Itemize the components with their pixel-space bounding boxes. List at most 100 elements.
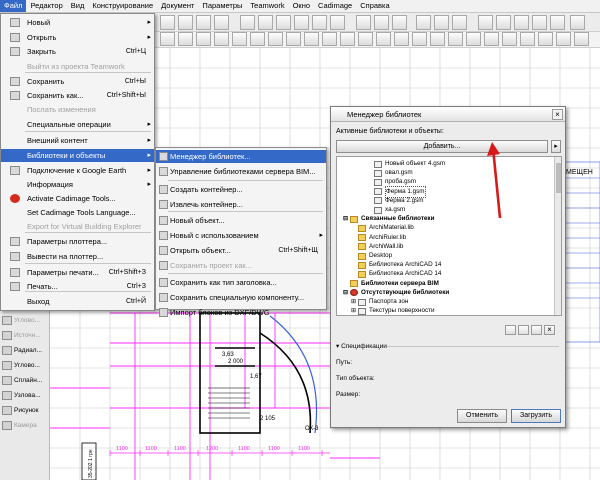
toolbar-button[interactable] [258, 15, 273, 30]
toolbar-button[interactable] [394, 32, 409, 46]
submenu-item[interactable]: Создать контейнер... [156, 183, 326, 196]
toolbar-button[interactable] [430, 32, 445, 46]
toolbar-button[interactable] [496, 15, 511, 30]
toolbar-button[interactable] [304, 32, 319, 46]
toolbar-button[interactable] [502, 32, 517, 46]
toolbar-button[interactable] [286, 32, 301, 46]
dialog-title[interactable]: Менеджер библиотек [331, 107, 565, 122]
menu-item[interactable]: Вид [67, 0, 89, 12]
toolbar-button[interactable] [478, 15, 493, 30]
file-menu-item[interactable]: Set Cadimage Tools Language... [1, 206, 154, 219]
palette-tool[interactable]: Сплайн... [2, 374, 50, 387]
menu-item[interactable]: Файл [0, 0, 27, 12]
file-menu-item[interactable]: Выход Ctrl+Й [1, 295, 154, 308]
file-menu-item[interactable]: Информация ▸ [1, 178, 154, 191]
toolbar-button[interactable] [330, 15, 345, 30]
toolbar-button[interactable] [574, 32, 589, 46]
menu-item[interactable]: Редактор [26, 0, 66, 12]
submenu-item[interactable]: Новый с использованием ▸ [156, 229, 326, 242]
file-menu-item[interactable]: Параметры плоттера... [1, 235, 154, 248]
delete-icon[interactable]: × [544, 325, 555, 335]
toolbar-button[interactable] [520, 32, 535, 46]
file-menu-item[interactable]: Новый ▸ [1, 16, 154, 29]
close-button[interactable]: × [552, 109, 563, 120]
menu-item[interactable]: Документ [157, 0, 198, 12]
file-menu-item[interactable]: Закрыть Ctrl+Ц [1, 45, 154, 58]
toolbar-button[interactable] [514, 15, 529, 30]
submenu-item[interactable]: Сохранить проект как... [156, 259, 326, 272]
submenu-item[interactable]: Сохранить специальную компоненту... [156, 291, 326, 304]
add-library-dropdown[interactable]: ▸ [551, 140, 561, 153]
toolbar-button[interactable] [356, 15, 371, 30]
palette-tool[interactable]: Узлова... [2, 389, 50, 402]
file-menu-item[interactable]: Сохранить Ctrl+Ы [1, 75, 154, 88]
library-tree[interactable]: Новый объект 4.gsm овал.gsm проба.gsm Ферма… [336, 156, 562, 316]
submenu-item[interactable]: Открыть объект... Ctrl+Shift+Щ [156, 244, 326, 257]
toolbar-button[interactable] [374, 15, 389, 30]
toolbar-button[interactable] [214, 32, 229, 46]
palette-tool[interactable]: Камера [2, 419, 50, 432]
toolbar-button[interactable] [532, 15, 547, 30]
palette-tool[interactable]: Угловo... [2, 314, 50, 327]
toolbar-button[interactable] [484, 32, 499, 46]
add-library-button[interactable]: Добавить... [336, 140, 548, 153]
toolbar-button[interactable] [392, 15, 407, 30]
toolbar-button[interactable] [322, 32, 337, 46]
scrollbar-thumb[interactable] [556, 163, 561, 193]
toolbar-button[interactable] [358, 32, 373, 46]
library-action-icon[interactable] [505, 325, 516, 335]
toolbar-button[interactable] [196, 15, 211, 30]
submenu-item[interactable]: Извлечь контейнер... [156, 198, 326, 211]
menu-item[interactable]: Справка [356, 0, 393, 12]
toolbar-button[interactable] [196, 32, 211, 46]
toolbar-button[interactable] [340, 32, 355, 46]
file-menu-item[interactable]: Библиотеки и объекты ▸ [1, 149, 154, 162]
menu-item[interactable]: Teamwork [246, 0, 288, 12]
submenu-item[interactable]: Сохранить как тип заголовка... [156, 276, 326, 289]
submenu-item[interactable]: Менеджер библиотек... [156, 150, 326, 163]
cancel-button[interactable]: Отменить [457, 409, 507, 423]
library-action-icon[interactable] [518, 325, 529, 335]
load-button[interactable]: Загрузить [511, 409, 561, 423]
toolbar-button[interactable] [160, 15, 175, 30]
palette-tool[interactable]: Углово... [2, 359, 50, 372]
toolbar-button[interactable] [250, 32, 265, 46]
palette-tool[interactable]: Рисунок [2, 404, 50, 417]
toolbar-button[interactable] [294, 15, 309, 30]
toolbar-button[interactable] [416, 15, 431, 30]
tree-item[interactable]: ⊞ Текстуры поверхности [351, 306, 435, 315]
submenu-item[interactable]: Новый объект... [156, 214, 326, 227]
toolbar-button[interactable] [232, 32, 247, 46]
toolbar-button[interactable] [434, 15, 449, 30]
toolbar-button[interactable] [376, 32, 391, 46]
toolbar-button[interactable] [538, 32, 553, 46]
submenu-item[interactable]: Управление библиотеками сервера BIM... [156, 165, 326, 178]
expand-toggle-icon[interactable]: ⊟ [343, 288, 350, 298]
expand-toggle-icon[interactable]: ⊞ [351, 306, 358, 315]
menu-item[interactable]: Cadimage [314, 0, 356, 12]
menu-item[interactable]: Окно [289, 0, 314, 12]
toolbar-button[interactable] [466, 32, 481, 46]
file-menu-item[interactable]: Подключение к Google Earth ▸ [1, 164, 154, 177]
file-menu-item[interactable]: Сохранить как... Ctrl+Shift+Ы [1, 89, 154, 102]
toolbar-button[interactable] [556, 32, 571, 46]
toolbar-button[interactable] [160, 32, 175, 46]
toolbar-button[interactable] [178, 32, 193, 46]
toolbar-button[interactable] [452, 15, 467, 30]
file-menu-item[interactable]: Открыть ▸ [1, 31, 154, 44]
folder-icon[interactable] [531, 325, 542, 335]
specifications-toggle[interactable]: ▾ Спецификации [336, 342, 387, 350]
toolbar-button[interactable] [570, 15, 585, 30]
palette-tool[interactable]: Источн... [2, 329, 50, 342]
submenu-item[interactable]: Импорт блоков из DXF/DWG [156, 306, 326, 319]
file-menu-item[interactable]: Параметры печати... Ctrl+Shift+З [1, 266, 154, 279]
menu-item[interactable]: Параметры [198, 0, 246, 12]
menu-item[interactable]: Конструирование [88, 0, 157, 12]
file-menu-item[interactable]: Послать изменения [1, 103, 154, 116]
palette-tool[interactable]: Радиал... [2, 344, 50, 357]
file-menu-item[interactable]: Специальные операции ▸ [1, 118, 154, 131]
toolbar-button[interactable] [312, 15, 327, 30]
file-menu-item[interactable]: Внешний контент ▸ [1, 134, 154, 147]
toolbar-button[interactable] [268, 32, 283, 46]
file-menu-item[interactable]: Вывести на плоттер... [1, 250, 154, 263]
